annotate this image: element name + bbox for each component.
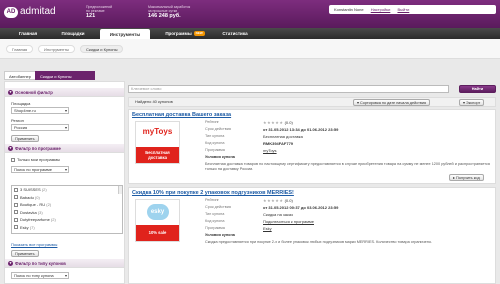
coupon-program-link[interactable]: myToys: [263, 148, 277, 153]
program-filter-header[interactable]: ▾ Фильтр по программе: [5, 144, 124, 153]
new-badge: NEW: [193, 31, 205, 37]
list-item[interactable]: Boutique - RU (2): [12, 201, 122, 209]
rating: ★★★★★ (0.0): [263, 198, 293, 203]
coupon-code: RMK394FAF779: [263, 141, 294, 146]
keyword-search-input[interactable]: Ключевое слово: [128, 85, 449, 93]
coupon-period: от 31.05.2012 13:34 до 01.06.2012 23:59: [263, 127, 339, 132]
banner-caption: 10% sale: [136, 225, 179, 241]
list-scrollbar[interactable]: [118, 186, 122, 194]
apply-button[interactable]: Применить: [11, 135, 39, 142]
coupon-title[interactable]: Бесплатная доставка Вашего заказа: [132, 112, 231, 118]
breadcrumb: Главная Инструменты Скидки и Купоны: [0, 39, 500, 59]
apply-button[interactable]: Применить: [11, 250, 39, 257]
star-rating-icon: ★★★★★: [263, 198, 284, 203]
tab-discounts[interactable]: Скидки и Купоны: [35, 71, 95, 80]
coupon-program-link[interactable]: Esky: [263, 226, 272, 231]
stat-earnings-value: 146 248 руб.: [148, 13, 181, 19]
only-mine-checkbox[interactable]: Только мои программы: [11, 157, 60, 162]
region-label: Регион: [11, 118, 24, 123]
coupon-banner[interactable]: myToys Бесплатная доставка: [135, 121, 180, 164]
find-button[interactable]: Найти: [459, 85, 496, 93]
coupon-results: Ключевое слово Найти Найдено 40 купонов …: [128, 85, 496, 284]
region-select[interactable]: Россия: [11, 124, 69, 131]
found-count: Найдено 40 купонов: [135, 99, 173, 104]
filter-icon: ▾: [8, 146, 13, 152]
rating: ★★★★★ (0.0): [263, 120, 293, 125]
breadcrumb-current: Скидки и Купоны: [80, 45, 124, 53]
coupon-title[interactable]: Скидка 10% при покупке 2 упаковок подгуз…: [132, 190, 294, 196]
nav-tools[interactable]: Инструменты: [100, 29, 150, 39]
coupon-period: от 31.05.2012 00:37 до 03.06.2012 23:59: [263, 205, 339, 210]
list-item[interactable]: Esky (7): [12, 224, 122, 232]
get-code-button[interactable]: ▸ Получить код: [449, 174, 484, 181]
list-item[interactable]: Dostavka (3): [12, 209, 122, 217]
list-item[interactable]: 3 SUISSES (2): [12, 186, 122, 194]
settings-link[interactable]: Настройки: [371, 7, 391, 12]
nav-platforms[interactable]: Площадки: [52, 28, 94, 39]
sort-dropdown[interactable]: ▾ Сортировка по дате начала действия: [353, 99, 431, 106]
banner-caption: Бесплатная доставка: [136, 147, 179, 163]
list-item[interactable]: Dutyfreeparfume (2): [12, 216, 122, 224]
coupon-card: Бесплатная доставка Вашего заказа myToys…: [128, 109, 496, 184]
coupon-description: Бесплатная доставка товаров по настоящем…: [205, 162, 490, 171]
results-bar: Найдено 40 купонов ▾ Сортировка по дате …: [128, 97, 496, 107]
export-dropdown[interactable]: ▾ Экспорт: [459, 99, 485, 106]
type-filter-header[interactable]: ▾ Фильтр по типу купонов: [5, 259, 124, 268]
esky-logo: esky: [136, 200, 179, 225]
filter-icon: ▾: [8, 90, 13, 96]
coupon-type: Скидка на заказ: [263, 212, 293, 217]
coupon-type: Бесплатная доставка: [263, 134, 303, 139]
platform-label: Площадка: [11, 101, 31, 106]
breadcrumb-home[interactable]: Главная: [6, 45, 34, 53]
platform-select[interactable]: Shop4me.ru: [11, 107, 69, 114]
join-program-link[interactable]: Подключиться к программе: [263, 219, 314, 224]
program-list: 3 SUISSES (2) Babadu (0) Boutique - RU (…: [11, 185, 123, 234]
program-search-input[interactable]: Поиск по программе: [11, 166, 69, 173]
stat-offers: Предположений по рекламе 121: [86, 5, 113, 19]
star-rating-icon: ★★★★★: [263, 120, 284, 125]
checkbox[interactable]: [11, 157, 15, 162]
filter-sidebar: ▾Основной фильтр Площадка Shop4me.ru Рег…: [4, 81, 125, 284]
breadcrumb-tools[interactable]: Инструменты: [38, 45, 75, 53]
filter-icon: ▾: [8, 261, 13, 267]
stat-earnings: Максимальный заработок за прошлые сутки …: [148, 5, 191, 19]
top-header: AD admitad Предположений по рекламе 121 …: [0, 0, 500, 28]
show-all-programs-link[interactable]: Показать все программы: [11, 242, 57, 247]
nav-programs[interactable]: Программы NEW: [160, 28, 210, 39]
coupon-description: Скидка предоставляется при покупке 2-х и…: [205, 240, 433, 244]
mytoys-logo: myToys: [142, 127, 173, 136]
user-name: Konstantin None: [334, 7, 364, 12]
tab-autobanner[interactable]: Автобаннер: [4, 71, 37, 80]
main-filter-header[interactable]: ▾ Основной фильтр: [5, 88, 124, 97]
stat-offers-value: 121: [86, 13, 96, 19]
coupon-banner[interactable]: esky 10% sale: [135, 199, 180, 242]
main-nav: Главная Площадки Инструменты Программы NE…: [0, 28, 500, 39]
logout-link[interactable]: Выйти: [397, 7, 409, 12]
list-item[interactable]: Babadu (0): [12, 194, 122, 202]
brand-name[interactable]: admitad: [20, 6, 56, 17]
coupon-card: Скидка 10% при покупке 2 упаковок подгуз…: [128, 187, 496, 284]
nav-home[interactable]: Главная: [8, 28, 48, 39]
user-box: Konstantin None Настройки Выйти: [329, 5, 496, 14]
nav-statistics[interactable]: Статистика: [214, 28, 256, 39]
admitad-logo[interactable]: AD: [4, 7, 18, 18]
type-search-input[interactable]: Поиск по типу купона: [11, 272, 69, 279]
